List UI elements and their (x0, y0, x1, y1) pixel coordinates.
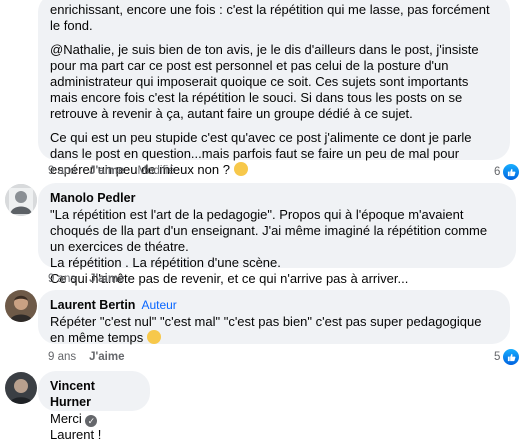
avatar[interactable] (5, 184, 37, 216)
tongue-emoji-icon (233, 162, 248, 176)
reaction-number: 6 (494, 166, 501, 178)
comment-time[interactable]: 9 ans (48, 164, 76, 178)
comment-text: "La répétition est l'art de la pedagogie… (50, 207, 488, 254)
comment-text: Merci ✓ Laurent ! (50, 411, 102, 442)
like-button[interactable]: J'aime (89, 350, 124, 364)
comment-author[interactable]: Manolo Pedler (50, 190, 504, 206)
comment-time[interactable]: 9 ans (48, 350, 76, 364)
comment-bubble: Vincent Hurner Merci ✓ Laurent ! (38, 371, 150, 442)
comment-actions: 9 ans J'aime (48, 350, 124, 364)
comment-text: @Nathalie, je suis bien de ton avis, je … (50, 42, 479, 121)
smile-emoji-icon (146, 330, 161, 344)
comment-bubble: Manolo Pedler "La répétition est l'art d… (38, 183, 516, 286)
comment-actions: 9 ans J'aime (48, 272, 124, 286)
comment-text: enrichissant, encore une fois : c'est la… (50, 2, 490, 33)
thumbs-up-icon (502, 163, 521, 181)
comment-bubble: Laurent Bertin Auteur Répéter "c'est nul"… (38, 290, 510, 345)
comment-text: Répéter "c'est nul" "c'est mal" "c'est p… (50, 314, 482, 345)
like-button[interactable]: J'aime (89, 272, 124, 286)
comment-actions: 9 ans J'aime Modifié (48, 164, 175, 178)
avatar[interactable] (5, 372, 37, 404)
reaction-count[interactable]: 5 (494, 348, 521, 366)
edited-label[interactable]: Modifié (137, 164, 174, 178)
comment-time[interactable]: 9 ans (48, 272, 76, 286)
reaction-number: 5 (494, 351, 501, 363)
author-badge: Auteur (141, 298, 177, 312)
verified-icon: ✓ (85, 415, 98, 427)
comment-author[interactable]: Vincent Hurner (50, 378, 138, 410)
comment-bubble: enrichissant, encore une fois : c'est la… (38, 0, 510, 177)
comment-author-line: Laurent Bertin Auteur (50, 297, 498, 313)
like-button[interactable]: J'aime (89, 164, 124, 178)
thumbs-up-icon (502, 348, 521, 366)
avatar[interactable] (5, 290, 37, 322)
comment-author[interactable]: Laurent Bertin (50, 298, 135, 312)
comment-text: La répétition . La répétition d'une scèn… (50, 255, 281, 270)
reaction-count[interactable]: 6 (494, 163, 521, 181)
